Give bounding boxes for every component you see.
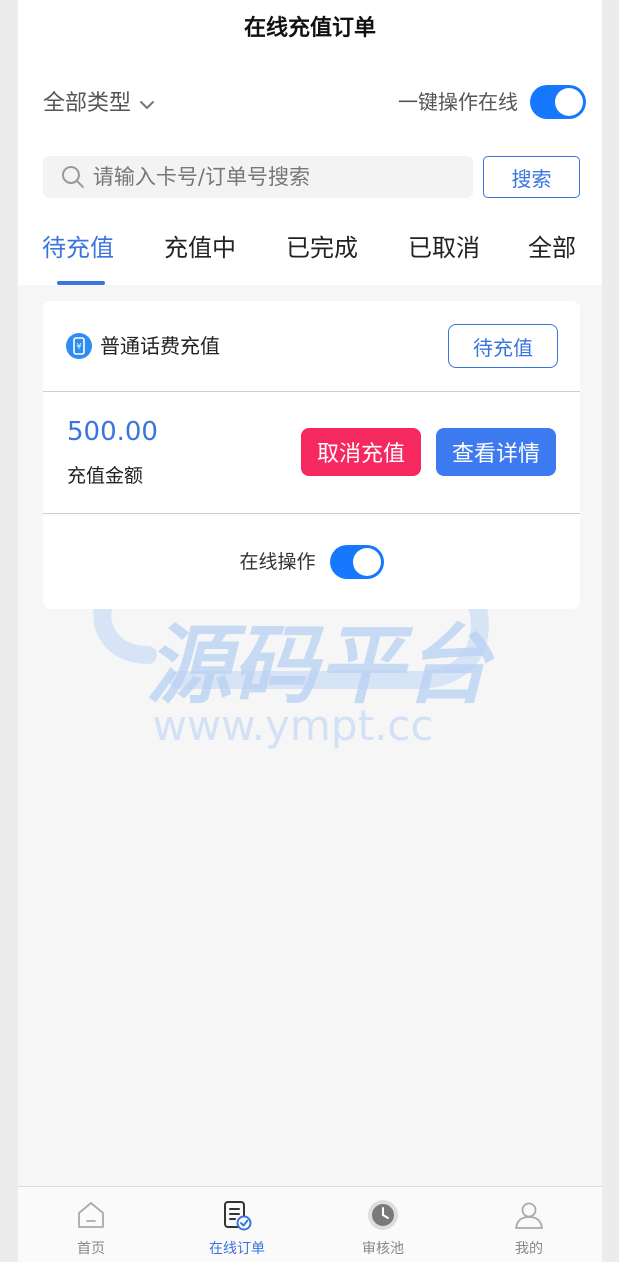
online-operation-switch[interactable]	[329, 545, 384, 579]
bottom-tabbar: 首页 在线订单 审核池 我的	[18, 1186, 602, 1262]
bulk-online-label: 一键操作在线	[398, 90, 518, 114]
switch-knob	[555, 88, 583, 116]
watermark-url: www.ympt.cc	[153, 701, 434, 750]
order-list-icon	[224, 1201, 252, 1231]
bulk-online-switch[interactable]	[530, 85, 586, 119]
page-title: 在线充值订单	[243, 16, 376, 41]
status-tabs: 待充值 充值中 已完成 已取消 全部	[18, 226, 602, 285]
type-filter-dropdown[interactable]: 全部类型	[43, 88, 155, 120]
phone-yuan-icon: ¥	[66, 333, 92, 359]
online-operation-group: 在线操作	[43, 545, 580, 579]
search-input[interactable]	[90, 164, 473, 190]
tabbar-label: 审核池	[362, 1241, 404, 1257]
order-status-badge: 待充值	[448, 324, 558, 368]
chevron-down-icon	[140, 101, 155, 109]
order-card: ¥ 普通话费充值 待充值 500.00 充值金额 取消充值 查看详情 在线操作	[43, 301, 580, 609]
order-amount-label: 充值金额	[67, 465, 144, 487]
order-card-header: ¥ 普通话费充值 待充值	[43, 301, 580, 392]
home-icon	[78, 1202, 104, 1228]
order-amount: 500.00	[67, 417, 158, 447]
cancel-recharge-button[interactable]: 取消充值	[301, 428, 421, 476]
switch-knob	[352, 548, 381, 576]
tab-processing[interactable]: 充值中	[164, 226, 236, 270]
tab-all[interactable]: 全部	[528, 226, 576, 270]
order-type-label: 普通话费充值	[100, 334, 220, 358]
order-card-body: 500.00 充值金额 取消充值 查看详情	[43, 392, 580, 514]
view-details-button[interactable]: 查看详情	[436, 428, 556, 476]
active-tab-indicator	[57, 281, 105, 285]
online-operation-label: 在线操作	[239, 551, 316, 573]
tabbar-label: 我的	[515, 1241, 543, 1257]
tab-completed[interactable]: 已完成	[286, 226, 358, 270]
search-icon	[61, 166, 84, 188]
tab-cancelled[interactable]: 已取消	[408, 226, 480, 270]
watermark-title: 源码平台	[146, 616, 495, 716]
clock-icon	[368, 1200, 398, 1230]
app-screen: 在线充值订单 全部类型 一键操作在线 搜索 待充值 充值中 已完成 已取	[18, 0, 602, 1262]
bulk-online-toggle-group: 一键操作在线	[398, 84, 586, 120]
search-box	[43, 156, 473, 198]
tabbar-item-home[interactable]: 首页	[18, 1187, 164, 1262]
order-card-footer: 在线操作	[43, 515, 580, 609]
tabbar-item-orders[interactable]: 在线订单	[164, 1187, 310, 1262]
svg-text:¥: ¥	[76, 342, 81, 351]
tabbar-label: 在线订单	[209, 1241, 265, 1257]
tab-pending[interactable]: 待充值	[42, 226, 114, 270]
header: 在线充值订单 全部类型 一键操作在线 搜索 待充值 充值中 已完成 已取	[18, 0, 602, 285]
type-filter-label: 全部类型	[43, 91, 132, 116]
tabbar-label: 首页	[77, 1241, 105, 1257]
user-icon	[515, 1202, 543, 1229]
tabbar-item-profile[interactable]: 我的	[456, 1187, 602, 1262]
tabbar-item-review[interactable]: 审核池	[310, 1187, 456, 1262]
search-button[interactable]: 搜索	[483, 156, 580, 198]
